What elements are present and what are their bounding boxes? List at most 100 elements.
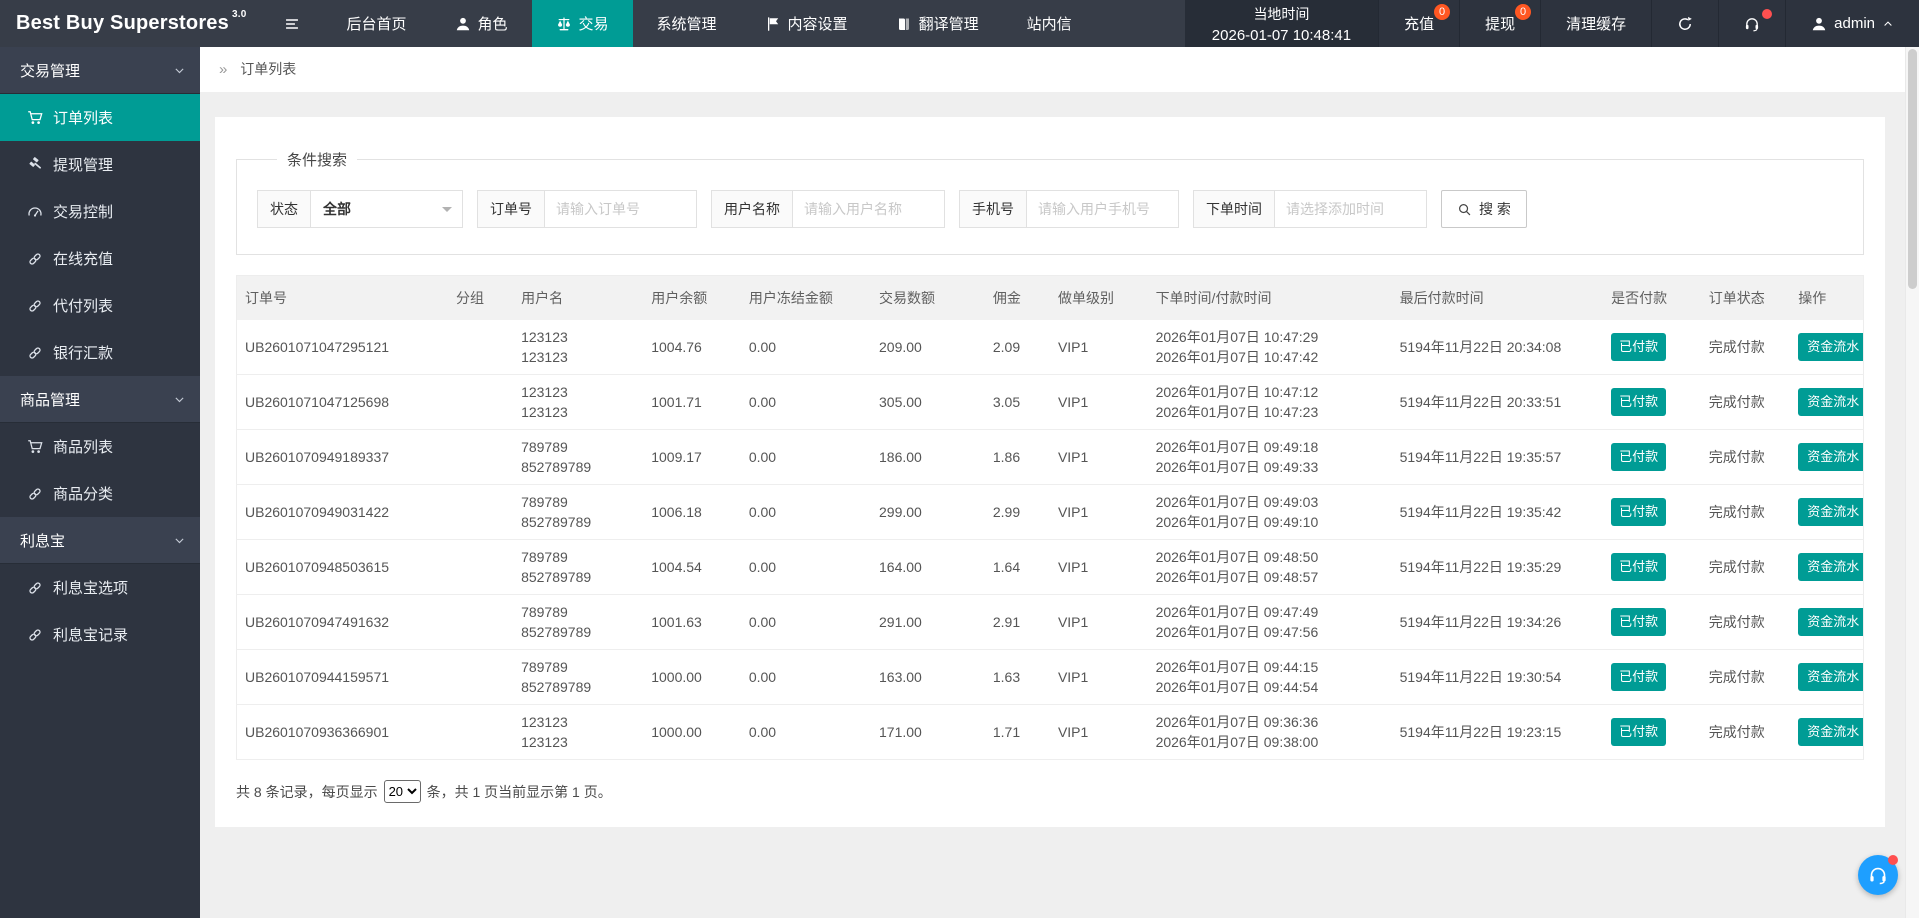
username-line: 789789 — [521, 549, 568, 565]
fund-flow-button[interactable]: 资金流水 — [1798, 333, 1864, 361]
status-selected-value: 全部 — [323, 201, 351, 217]
cell-group — [448, 484, 514, 540]
cell-order-status: 完成付款 — [1700, 594, 1791, 650]
customer-service-menu[interactable] — [1718, 0, 1785, 47]
cell-frozen: 0.00 — [740, 594, 871, 650]
cell-level: VIP1 — [1049, 704, 1148, 760]
fund-flow-button[interactable]: 资金流水 — [1798, 443, 1864, 471]
sidebar-item-order-list[interactable]: 订单列表 — [0, 94, 200, 141]
cell-level: VIP1 — [1049, 649, 1148, 705]
sidebar-item-interest-options[interactable]: 利息宝选项 — [0, 564, 200, 611]
cell-last-pay-time: 5194年11月22日 20:33:51 — [1391, 374, 1604, 430]
search-button[interactable]: 搜 索 — [1441, 190, 1527, 228]
sidebar-item-withdraw-manage[interactable]: 提现管理 — [0, 141, 200, 188]
time-line: 2026年01月07日 09:49:18 — [1155, 439, 1319, 455]
nav-item-label: 后台首页 — [346, 16, 407, 33]
badge-count: 0 — [1433, 4, 1451, 20]
cell-group — [448, 374, 514, 430]
admin-username: admin — [1834, 15, 1875, 32]
sidebar-group-label: 利息宝 — [20, 532, 66, 550]
time-line: 2026年01月07日 10:47:29 — [1155, 329, 1319, 345]
table-row: UB2601070947491632 789789 852789789 1001.63… — [236, 594, 1864, 650]
table-row: UB2601070949189337 789789 852789789 1009.17… — [236, 429, 1864, 485]
sidebar-toggle-button[interactable] — [262, 0, 322, 47]
nav-item-system-manage[interactable]: 系统管理 — [633, 0, 741, 47]
sidebar-group-trade-manage[interactable]: 交易管理 — [0, 47, 200, 94]
cell-amount: 163.00 — [871, 649, 985, 705]
cell-frozen: 0.00 — [740, 704, 871, 760]
username-line: 852789789 — [521, 679, 592, 695]
link-icon — [27, 251, 43, 267]
time-line: 2026年01月07日 09:49:03 — [1155, 494, 1319, 510]
page-size-select[interactable]: 20 — [383, 780, 421, 803]
scrollbar-thumb[interactable] — [1908, 49, 1917, 289]
username-line: 852789789 — [521, 569, 592, 585]
page-scrollbar[interactable] — [1905, 47, 1919, 918]
search-button-label: 搜 索 — [1479, 201, 1511, 217]
field-input-order-no[interactable] — [545, 190, 697, 228]
gauge-icon — [27, 204, 43, 220]
gavel-icon — [27, 156, 43, 173]
cell-amount: 186.00 — [871, 429, 985, 485]
sidebar-item-label: 代付列表 — [53, 298, 114, 315]
field-input-user-name[interactable] — [793, 190, 945, 228]
sidebar-item-goods-list[interactable]: 商品列表 — [0, 423, 200, 470]
time-line: 2026年01月07日 09:44:15 — [1155, 659, 1319, 675]
brand-logo[interactable]: Best Buy Superstores 3.0 — [0, 0, 262, 47]
sidebar-item-proxy-pay-list[interactable]: 代付列表 — [0, 282, 200, 329]
nav-item-roles[interactable]: 角色 — [431, 0, 532, 47]
fund-flow-button[interactable]: 资金流水 — [1798, 388, 1864, 416]
nav-item-content-settings[interactable]: 内容设置 — [741, 0, 872, 47]
quick-link-withdraw[interactable]: 提现 0 — [1459, 0, 1540, 47]
quick-link-clear-cache[interactable]: 清理缓存 — [1540, 0, 1651, 47]
sidebar-item-bank-remittance[interactable]: 银行汇款 — [0, 329, 200, 376]
quick-link-label: 充值 — [1404, 16, 1435, 33]
fund-flow-button[interactable]: 资金流水 — [1798, 498, 1864, 526]
username-line: 123123 — [521, 329, 568, 345]
sidebar-item-goods-category[interactable]: 商品分类 — [0, 470, 200, 517]
sidebar-item-interest-records[interactable]: 利息宝记录 — [0, 611, 200, 658]
search-icon — [1457, 202, 1472, 217]
nav-item-translate-manage[interactable]: 翻译管理 — [872, 0, 1003, 47]
fund-flow-button[interactable]: 资金流水 — [1798, 608, 1864, 636]
cell-order-status: 完成付款 — [1700, 429, 1791, 485]
username-line: 123123 — [521, 714, 568, 730]
cell-frozen: 0.00 — [740, 649, 871, 705]
notification-dot — [1762, 9, 1773, 19]
status-label: 状态 — [257, 190, 311, 228]
sidebar-group-interest-treasure[interactable]: 利息宝 — [0, 517, 200, 564]
field-input-order-time[interactable] — [1275, 190, 1427, 228]
quick-link-recharge[interactable]: 充值 0 — [1378, 0, 1459, 47]
sidebar-item-trade-control[interactable]: 交易控制 — [0, 188, 200, 235]
cell-username: 123123 123123 — [513, 704, 644, 760]
fund-flow-button[interactable]: 资金流水 — [1798, 718, 1864, 746]
local-time-value: 2026-01-07 10:48:41 — [1211, 26, 1352, 44]
cell-level: VIP1 — [1049, 484, 1148, 540]
time-line: 2026年01月07日 09:36:36 — [1155, 714, 1319, 730]
cell-actions: 资金流水 — [1790, 374, 1864, 430]
fund-flow-button[interactable]: 资金流水 — [1798, 663, 1864, 691]
quick-link-label: 清理缓存 — [1566, 16, 1627, 33]
fund-flow-button[interactable]: 资金流水 — [1798, 553, 1864, 581]
pagination-prefix: 共 8 条记录，每页显示 — [236, 783, 378, 800]
field-input-phone[interactable] — [1027, 190, 1179, 228]
nav-item-label: 角色 — [477, 16, 508, 33]
field-label: 用户名称 — [711, 190, 793, 228]
refresh-button[interactable] — [1651, 0, 1718, 47]
status-select[interactable]: 全部 — [311, 190, 463, 228]
nav-item-trade[interactable]: 交易 — [531, 0, 633, 47]
cell-amount: 299.00 — [871, 484, 985, 540]
time-line: 2026年01月07日 09:48:50 — [1155, 549, 1319, 565]
admin-menu[interactable]: admin — [1785, 0, 1919, 47]
nav-item-home[interactable]: 后台首页 — [322, 0, 430, 47]
sidebar-item-online-recharge[interactable]: 在线充值 — [0, 235, 200, 282]
cell-balance: 1009.17 — [643, 429, 741, 485]
cell-commission: 2.91 — [984, 594, 1050, 650]
username-line: 852789789 — [521, 459, 592, 475]
sidebar-group-goods-manage[interactable]: 商品管理 — [0, 376, 200, 423]
nav-item-site-mail[interactable]: 站内信 — [1003, 0, 1096, 47]
customer-service-button[interactable] — [1858, 855, 1898, 895]
search-field-order-time: 下单时间 — [1193, 190, 1427, 228]
paid-badge: 已付款 — [1611, 553, 1667, 581]
cell-order-status: 完成付款 — [1700, 374, 1791, 430]
